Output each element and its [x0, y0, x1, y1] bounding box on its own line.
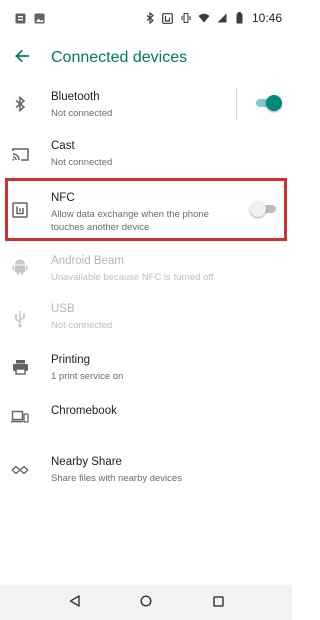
bluetooth-icon — [10, 94, 30, 114]
app-bar: Connected devices — [0, 36, 292, 80]
chromebook-item[interactable]: Chromebook — [0, 397, 292, 443]
bluetooth-toggle[interactable] — [256, 93, 282, 113]
android-icon — [10, 257, 30, 277]
status-left-icons — [14, 12, 45, 24]
vibrate-icon — [180, 12, 192, 24]
page-title: Connected devices — [51, 49, 188, 66]
status-bar: 10:46 — [0, 0, 292, 36]
nfc-highlight-box — [5, 178, 287, 241]
wifi-icon — [198, 12, 210, 24]
android-beam-label: Android Beam — [51, 255, 124, 267]
bluetooth-item[interactable]: Bluetooth Not connected — [0, 80, 292, 128]
usb-icon — [10, 309, 30, 329]
printer-icon — [10, 357, 30, 377]
vertical-divider — [236, 88, 237, 120]
usb-label: USB — [51, 303, 75, 315]
status-right-icons: 10:46 — [144, 11, 282, 25]
nearby-share-icon — [10, 460, 30, 480]
notification-icon — [14, 12, 26, 24]
laptop-phone-icon — [10, 407, 30, 427]
usb-summary: Not connected — [51, 320, 113, 331]
nfc-icon — [162, 12, 174, 24]
nearby-share-label: Nearby Share — [51, 456, 122, 468]
back-button[interactable] — [3, 39, 41, 77]
nav-home-icon — [140, 594, 152, 612]
android-beam-summary: Unavailable because NFC is turned off — [51, 272, 214, 283]
cast-item[interactable]: Cast Not connected — [0, 128, 292, 178]
chromebook-label: Chromebook — [51, 405, 117, 417]
arrow-back-icon — [14, 48, 30, 69]
nearby-share-item[interactable]: Nearby Share Share files with nearby dev… — [0, 443, 292, 501]
bluetooth-icon — [144, 12, 156, 24]
printing-item[interactable]: Printing 1 print service on — [0, 349, 292, 397]
battery-icon — [234, 12, 246, 24]
usb-item[interactable]: USB Not connected — [0, 295, 292, 349]
cast-summary: Not connected — [51, 157, 113, 168]
android-beam-item[interactable]: Android Beam Unavailable because NFC is … — [0, 241, 292, 295]
cast-icon — [10, 144, 30, 164]
nav-home-button[interactable] — [136, 593, 156, 613]
printing-label: Printing — [51, 354, 90, 366]
image-icon — [33, 12, 45, 24]
signal-icon — [216, 12, 228, 24]
navigation-bar — [0, 585, 292, 620]
status-time: 10:46 — [251, 11, 282, 25]
printing-summary: 1 print service on — [51, 371, 124, 382]
nearby-share-summary: Share files with nearby devices — [51, 473, 182, 484]
nav-back-button[interactable] — [64, 593, 84, 613]
nav-back-icon — [69, 594, 80, 612]
cast-label: Cast — [51, 140, 75, 152]
nav-recents-icon — [212, 594, 224, 612]
nav-recents-button[interactable] — [208, 593, 228, 613]
